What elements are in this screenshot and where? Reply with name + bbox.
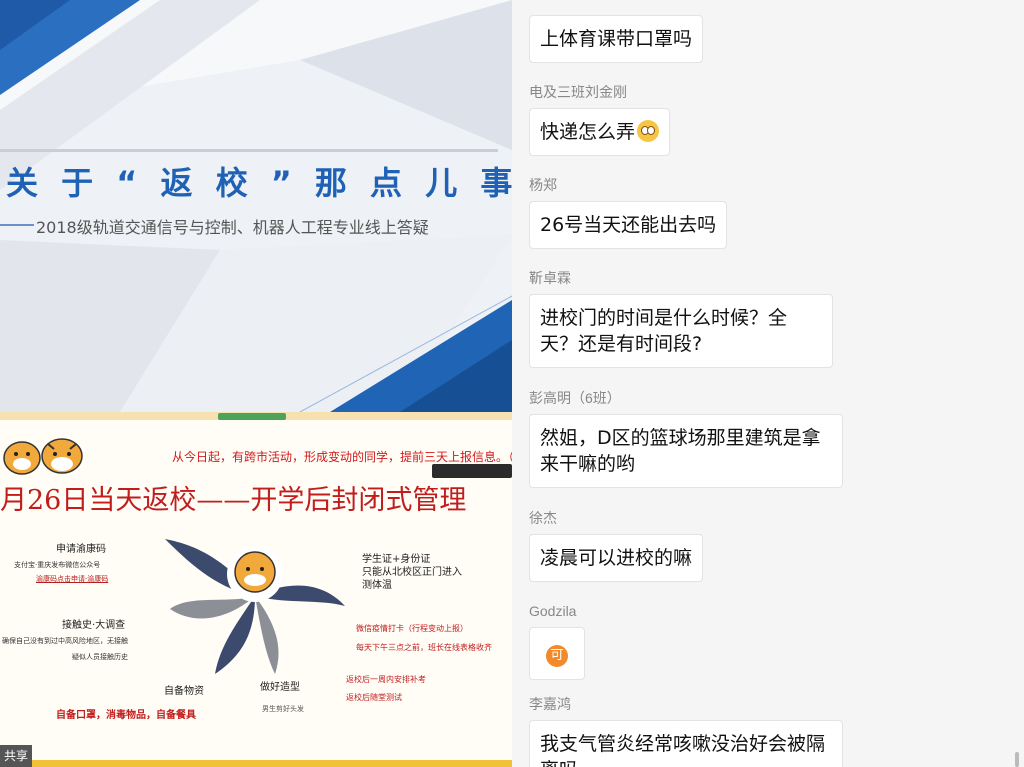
apply-detail-1: 支付宝·重庆发布微信公众号 — [14, 561, 101, 569]
message-sender: 靳卓霖 — [529, 270, 571, 286]
screen-share-label: 共享 — [0, 745, 33, 767]
message-sender: 杨郑 — [529, 177, 557, 193]
message-bubble[interactable]: 凌晨可以进校的嘛 — [529, 534, 704, 582]
slide-subtitle: 2018级轨道交通信号与控制、机器人工程专业线上答疑 — [36, 218, 429, 237]
contact-history: 接触史·大调查 — [62, 620, 126, 631]
chat-message: 彭高明（6班） 然姐，D区的篮球场那里建筑是拿来干嘛的哟 — [529, 390, 843, 488]
shared-screen: 关 于 “ 返 校 ” 那 点 儿 事 2018级轨道交通信号与控制、机器人工程… — [0, 0, 512, 767]
chat-message: Godzila 可 — [529, 603, 585, 680]
supplies-detail: 自备口罩，消毒物品，自备餐具 — [56, 710, 196, 721]
message-bubble[interactable]: 进校门的时间是什么时候？全天？还是有时间段? — [529, 294, 833, 368]
chat-message: 李嘉鸿 我支气管炎经常咳嗽没治好会被隔离吗 — [529, 696, 843, 767]
haircut: 做好造型 — [260, 682, 300, 693]
slide-bottom-line — [0, 760, 512, 767]
slide-title: 关 于 “ 返 校 ” 那 点 儿 事 2018级轨道交通信号与控制、机器人工程… — [0, 0, 512, 412]
message-bubble[interactable]: 快递怎么弄 — [529, 108, 671, 156]
temperature: 测体温 — [362, 580, 392, 591]
message-sender: Godzila — [529, 603, 577, 619]
daily-collect: 每天下午三点之前，班长在线表格收齐 — [356, 643, 492, 652]
flushed-face-icon — [637, 120, 660, 142]
scrollbar-thumb[interactable] — [1015, 752, 1019, 767]
supplies: 自备物资 — [164, 686, 204, 697]
chat-message: 电及三班刘金刚 快递怎么弄 — [529, 84, 671, 156]
message-bubble[interactable]: 26号当天还能出去吗 — [529, 201, 728, 249]
random-test: 返校后随堂测试 — [346, 693, 402, 702]
message-sender: 彭高明（6班） — [529, 390, 621, 406]
chat-message: 徐杰 凌晨可以进校的嘛 — [529, 510, 704, 582]
makeup-exam: 返校后一周内安排补考 — [346, 675, 426, 684]
contact-detail-1: 确保自己没有到过中高风险地区，无接触 — [2, 637, 128, 645]
checkin: 微信疫情打卡（行程变动上报） — [356, 624, 468, 633]
chat-panel[interactable]: 上体育课带口罩吗 电及三班刘金刚 快递怎么弄 杨郑 26号当天还能出去吗 靳卓霖… — [512, 0, 1024, 767]
fan-graphic — [165, 539, 345, 674]
slide-top-bar — [0, 412, 512, 420]
message-sender: 电及三班刘金刚 — [529, 84, 627, 100]
chat-message: 上体育课带口罩吗 — [529, 15, 704, 63]
message-sender: 徐杰 — [529, 510, 557, 526]
slide-notice: 从今日起，有跨市活动，形成变动的同学，提前三天上报信息。（给班长 — [172, 450, 512, 464]
message-bubble[interactable]: 可 — [529, 627, 585, 680]
chat-message: 杨郑 26号当天还能出去吗 — [529, 177, 728, 249]
slide-background — [0, 0, 512, 412]
message-bubble[interactable]: 我支气管炎经常咳嗽没治好会被隔离吗 — [529, 720, 843, 767]
haircut-detail: 男生剪好头发 — [262, 705, 304, 713]
chat-message: 靳卓霖 进校门的时间是什么时候？全天？还是有时间段? — [529, 270, 833, 368]
slide-heading: 月26日当天返校——开学后封闭式管理 — [0, 485, 467, 516]
message-text: 快递怎么弄 — [540, 121, 636, 143]
slide-corner-badge — [432, 464, 512, 478]
contact-detail-2: 疑似人员接触历史 — [72, 653, 128, 661]
message-bubble[interactable]: 上体育课带口罩吗 — [529, 15, 704, 63]
presenter-indicator — [218, 413, 286, 420]
slide-return-plan: 从今日起，有跨市活动，形成变动的同学，提前三天上报信息。（给班长 月26日当天返… — [0, 412, 512, 767]
title-rule — [0, 149, 498, 152]
apply-health-code: 申请渝康码 — [56, 544, 106, 555]
apply-detail-2: 渝康码点击申请·渝康码 — [36, 575, 109, 583]
message-bubble[interactable]: 然姐，D区的篮球场那里建筑是拿来干嘛的哟 — [529, 414, 843, 488]
message-sender: 李嘉鸿 — [529, 696, 571, 712]
slide-title-text: 关 于 “ 返 校 ” 那 点 儿 事 — [6, 164, 512, 202]
subtitle-rule — [0, 224, 34, 226]
ke-sticker-icon: 可 — [546, 645, 568, 667]
